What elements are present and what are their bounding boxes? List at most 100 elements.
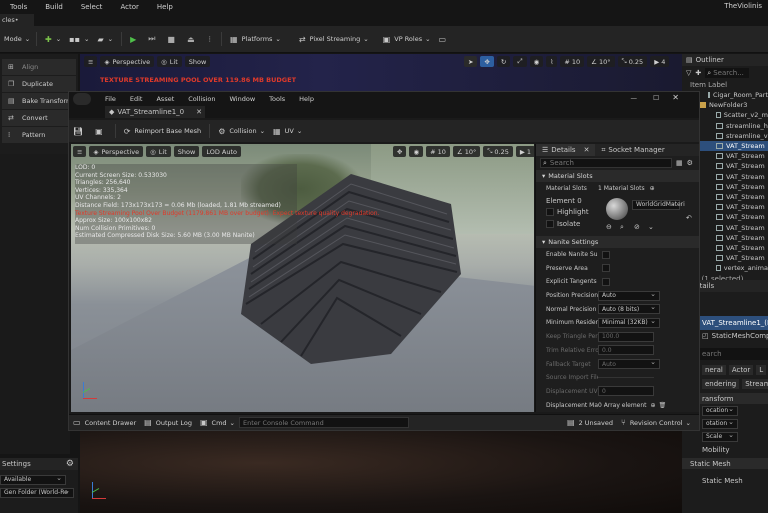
align-button[interactable]: ⊞ Align bbox=[2, 59, 76, 75]
convert-button[interactable]: ⇄ Convert bbox=[2, 110, 76, 126]
scale-dropdown[interactable]: Scale bbox=[702, 431, 738, 442]
rotation-snap-button[interactable]: ∠ 10° bbox=[452, 146, 481, 157]
translate-icon[interactable]: ✥ bbox=[480, 56, 494, 67]
save-button[interactable]: 💾︎ bbox=[69, 123, 91, 139]
uv-button[interactable]: ▦ UV ⌄ bbox=[269, 123, 306, 139]
tab-rendering[interactable]: endering bbox=[702, 379, 740, 389]
level-lit-button[interactable]: ◎ Lit bbox=[157, 56, 182, 67]
add-content-button[interactable]: ✚ ⌄ bbox=[41, 31, 65, 47]
vp-settings-button[interactable]: ▭ bbox=[435, 31, 455, 47]
lod-button[interactable]: LOD Auto bbox=[202, 146, 241, 157]
menu-tools[interactable]: Tools bbox=[10, 3, 27, 11]
menu-asset[interactable]: Asset bbox=[156, 95, 174, 103]
console-input[interactable]: Enter Console Command bbox=[238, 417, 409, 428]
preview-perspective-button[interactable]: ◈ Perspective bbox=[89, 146, 144, 157]
play-button[interactable]: ▶ bbox=[126, 31, 144, 47]
tab-lighting[interactable]: L bbox=[756, 365, 767, 375]
browse-icon[interactable]: ⌕ bbox=[620, 223, 624, 232]
cinematics-button[interactable]: ▰ ⌄ bbox=[93, 31, 117, 47]
tab-socket-manager[interactable]: ⌗ Socket Manager bbox=[595, 144, 670, 156]
level-tab[interactable]: cles• bbox=[0, 14, 34, 26]
blueprint-button[interactable]: ▪▪ ⌄ bbox=[65, 31, 93, 47]
mode-dropdown[interactable]: Mode ⌄ bbox=[0, 31, 32, 47]
nanite-settings-section[interactable]: ▾ Nanite Settings bbox=[536, 235, 699, 248]
gear-icon[interactable]: ⚙ bbox=[687, 159, 693, 167]
property-number-field[interactable]: 100.0 bbox=[598, 331, 654, 342]
property-checkbox[interactable] bbox=[602, 277, 610, 286]
menu-select[interactable]: Select bbox=[81, 3, 103, 11]
menu-tools[interactable]: Tools bbox=[269, 95, 285, 103]
material-thumbnail[interactable] bbox=[606, 197, 628, 220]
vp-roles-button[interactable]: ▣ VP Roles ⌄ bbox=[379, 31, 435, 47]
add-element-icon[interactable]: ⊕ bbox=[651, 402, 656, 409]
menu-actor[interactable]: Actor bbox=[120, 3, 138, 11]
preview-viewport-menu[interactable]: ≡ bbox=[73, 146, 87, 157]
select-mode-icon[interactable]: ➤ bbox=[464, 56, 478, 67]
level-show-button[interactable]: Show bbox=[184, 56, 211, 67]
menu-window[interactable]: Window bbox=[230, 95, 256, 103]
scale-icon[interactable]: ⤢ bbox=[513, 56, 527, 67]
level-viewport[interactable]: ≡ ◈ Perspective ◎ Lit Show ➤ ✥ ↻ ⤢ ◉ ⌇ #10… bbox=[80, 54, 682, 94]
maximize-icon[interactable]: ☐ bbox=[653, 94, 659, 102]
gen-folder-dropdown[interactable]: Gen Folder (World-Re bbox=[0, 487, 74, 498]
property-checkbox[interactable] bbox=[602, 264, 610, 273]
filter-icon[interactable]: ▽ bbox=[686, 69, 691, 77]
content-drawer-button[interactable]: ▭ Content Drawer bbox=[69, 415, 140, 431]
pattern-button[interactable]: ⁞ Pattern bbox=[2, 127, 76, 143]
stop-button[interactable]: ■ bbox=[163, 31, 183, 47]
scale-snap-button[interactable]: ⤡ 0.25 bbox=[617, 56, 648, 67]
property-dropdown[interactable]: Auto bbox=[598, 290, 660, 301]
isolate-checkbox[interactable]: Isolate bbox=[546, 219, 580, 228]
world-icon[interactable]: ◉ bbox=[409, 146, 424, 157]
tab-close-icon[interactable]: ✕ bbox=[196, 108, 202, 116]
property-checkbox[interactable] bbox=[602, 250, 610, 259]
output-log-button[interactable]: ▤ Output Log bbox=[140, 415, 196, 431]
menu-collision[interactable]: Collision bbox=[188, 95, 215, 103]
level-perspective-button[interactable]: ◈ Perspective bbox=[100, 56, 155, 67]
trash-icon[interactable]: 🗑︎ bbox=[659, 402, 667, 409]
level-viewport-lower[interactable] bbox=[80, 430, 682, 513]
highlight-checkbox[interactable]: Highlight bbox=[546, 207, 589, 216]
tab-general[interactable]: neral bbox=[702, 365, 726, 375]
surface-snap-icon[interactable]: ⌇ bbox=[546, 56, 558, 67]
preview-lit-button[interactable]: ◎ Lit bbox=[146, 146, 171, 157]
add-slot-icon[interactable]: ⊕ bbox=[650, 185, 655, 192]
reimport-button[interactable]: ⟳ Reimport Base Mesh bbox=[120, 123, 205, 139]
gear-icon[interactable]: ⚙ bbox=[66, 459, 74, 469]
material-dropdown[interactable]: WorldGridMateri bbox=[632, 199, 685, 210]
play-step-button[interactable]: ⏭ bbox=[144, 31, 163, 47]
platforms-button[interactable]: ▦ Platforms ⌄ bbox=[226, 31, 285, 47]
unsaved-button[interactable]: ▤ 2 Unsaved bbox=[563, 415, 617, 431]
material-slots-section[interactable]: ▾ Material Slots bbox=[536, 170, 699, 182]
rotation-dropdown[interactable]: otation bbox=[702, 418, 738, 429]
menu-help[interactable]: Help bbox=[299, 95, 314, 103]
tab-actor[interactable]: Actor bbox=[728, 365, 754, 375]
pixel-streaming-button[interactable]: ⇄ Pixel Streaming ⌄ bbox=[295, 31, 373, 47]
revision-control-button[interactable]: ⑂ Revision Control ⌄ bbox=[617, 415, 695, 431]
menu-help[interactable]: Help bbox=[157, 3, 173, 11]
menu-edit[interactable]: Edit bbox=[130, 95, 143, 103]
camera-speed-button[interactable]: ▶ 4 bbox=[650, 56, 670, 67]
arrow-left-icon[interactable]: ⊖ bbox=[606, 223, 612, 231]
available-dropdown[interactable]: Available bbox=[0, 474, 66, 485]
reset-icon[interactable]: ⊘ bbox=[634, 223, 640, 231]
menu-file[interactable]: File bbox=[105, 95, 116, 103]
outliner-search[interactable]: ⌕ Search... bbox=[705, 68, 750, 78]
translate-icon[interactable]: ✥ bbox=[393, 146, 407, 157]
collision-button[interactable]: ⚙ Collision ⌄ bbox=[214, 123, 269, 139]
location-dropdown[interactable]: ocation bbox=[702, 405, 738, 416]
tab-details[interactable]: ☰ Details ✕ bbox=[536, 144, 596, 156]
undo-icon[interactable]: ↶ bbox=[686, 214, 692, 222]
play-options-button[interactable]: ⋮ bbox=[203, 31, 218, 47]
property-dropdown[interactable]: Minimal (32KB) bbox=[598, 317, 660, 328]
property-number-field[interactable]: 0 bbox=[598, 386, 654, 397]
property-dropdown[interactable]: Auto (8 bits) bbox=[598, 303, 660, 315]
preview-show-button[interactable]: Show bbox=[173, 146, 200, 157]
bake-transform-button[interactable]: ▤ Bake Transform bbox=[2, 93, 76, 109]
eject-button[interactable]: ⏏ bbox=[183, 31, 203, 47]
details-search-input[interactable]: ⌕ Search bbox=[540, 158, 672, 168]
browse-button[interactable]: ▣ bbox=[91, 123, 111, 139]
scale-snap-button[interactable]: ⤡ 0.25 bbox=[483, 146, 513, 157]
grid-snap-button[interactable]: #10 bbox=[426, 146, 450, 157]
minimize-icon[interactable]: — bbox=[631, 94, 638, 102]
